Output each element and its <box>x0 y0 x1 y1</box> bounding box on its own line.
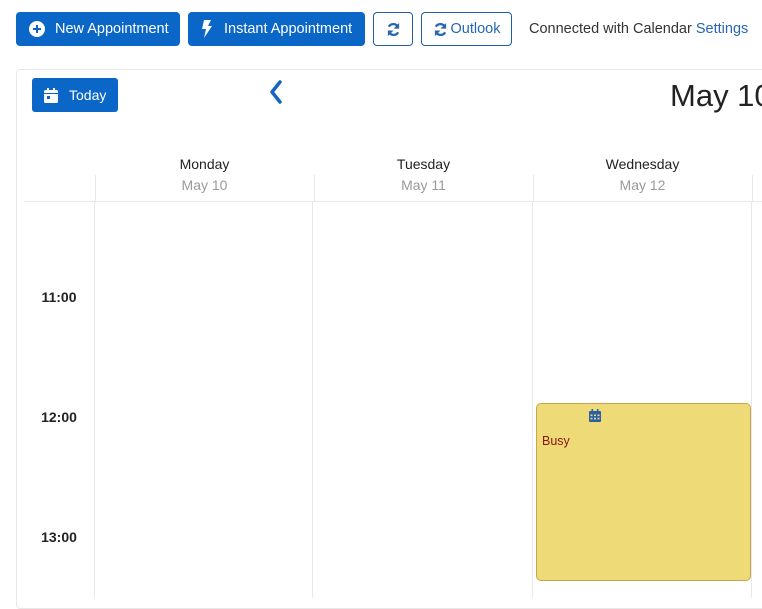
settings-link[interactable]: Settings <box>696 21 748 37</box>
day-name: Wednesday <box>605 156 680 172</box>
sync-icon <box>387 22 399 36</box>
instant-appointment-label: Instant Appointment <box>224 21 353 37</box>
connection-status: Connected with Calendar Settings <box>529 21 748 37</box>
day-header-wednesday[interactable]: Wednesday May 12 <box>533 156 752 193</box>
header-divider <box>314 175 315 201</box>
plus-circle-icon <box>29 21 45 37</box>
sync-icon <box>434 22 446 36</box>
day-name: Tuesday <box>396 156 451 172</box>
column-divider <box>312 202 313 598</box>
outlook-label: Outlook <box>450 21 501 37</box>
day-date: May 11 <box>401 177 446 193</box>
new-appointment-button[interactable]: New Appointment <box>16 12 180 46</box>
day-date: May 12 <box>619 177 666 193</box>
column-divider <box>751 202 752 598</box>
previous-week-button[interactable] <box>262 78 290 106</box>
today-button[interactable]: Today <box>32 78 118 112</box>
header-bottom-divider <box>24 201 762 202</box>
day-date: May 10 <box>181 177 228 193</box>
calendar-icon <box>589 409 601 422</box>
header-divider <box>752 175 753 201</box>
day-header-tuesday[interactable]: Tuesday May 11 <box>314 156 533 193</box>
calendar-day-icon <box>44 87 58 103</box>
chevron-left-icon <box>270 80 282 104</box>
new-appointment-label: New Appointment <box>55 21 169 37</box>
day-header-monday[interactable]: Monday May 10 <box>95 156 314 193</box>
header-divider <box>533 175 534 201</box>
bolt-icon <box>202 20 212 38</box>
header-divider <box>95 175 96 201</box>
status-text: Connected with Calendar <box>529 21 692 37</box>
time-label: 13:00 <box>41 529 77 545</box>
column-divider <box>94 202 95 598</box>
today-label: Today <box>69 87 107 103</box>
calendar-title: May 10 <box>670 78 762 113</box>
time-label: 11:00 <box>41 289 77 305</box>
calendar-event[interactable]: Busy <box>536 403 751 581</box>
sync-button[interactable] <box>373 12 413 46</box>
event-label: Busy <box>542 434 570 448</box>
instant-appointment-button[interactable]: Instant Appointment <box>188 12 365 46</box>
outlook-sync-button[interactable]: Outlook <box>421 12 512 46</box>
column-divider <box>532 202 533 598</box>
time-label: 12:00 <box>41 409 77 425</box>
day-name: Monday <box>179 156 230 172</box>
